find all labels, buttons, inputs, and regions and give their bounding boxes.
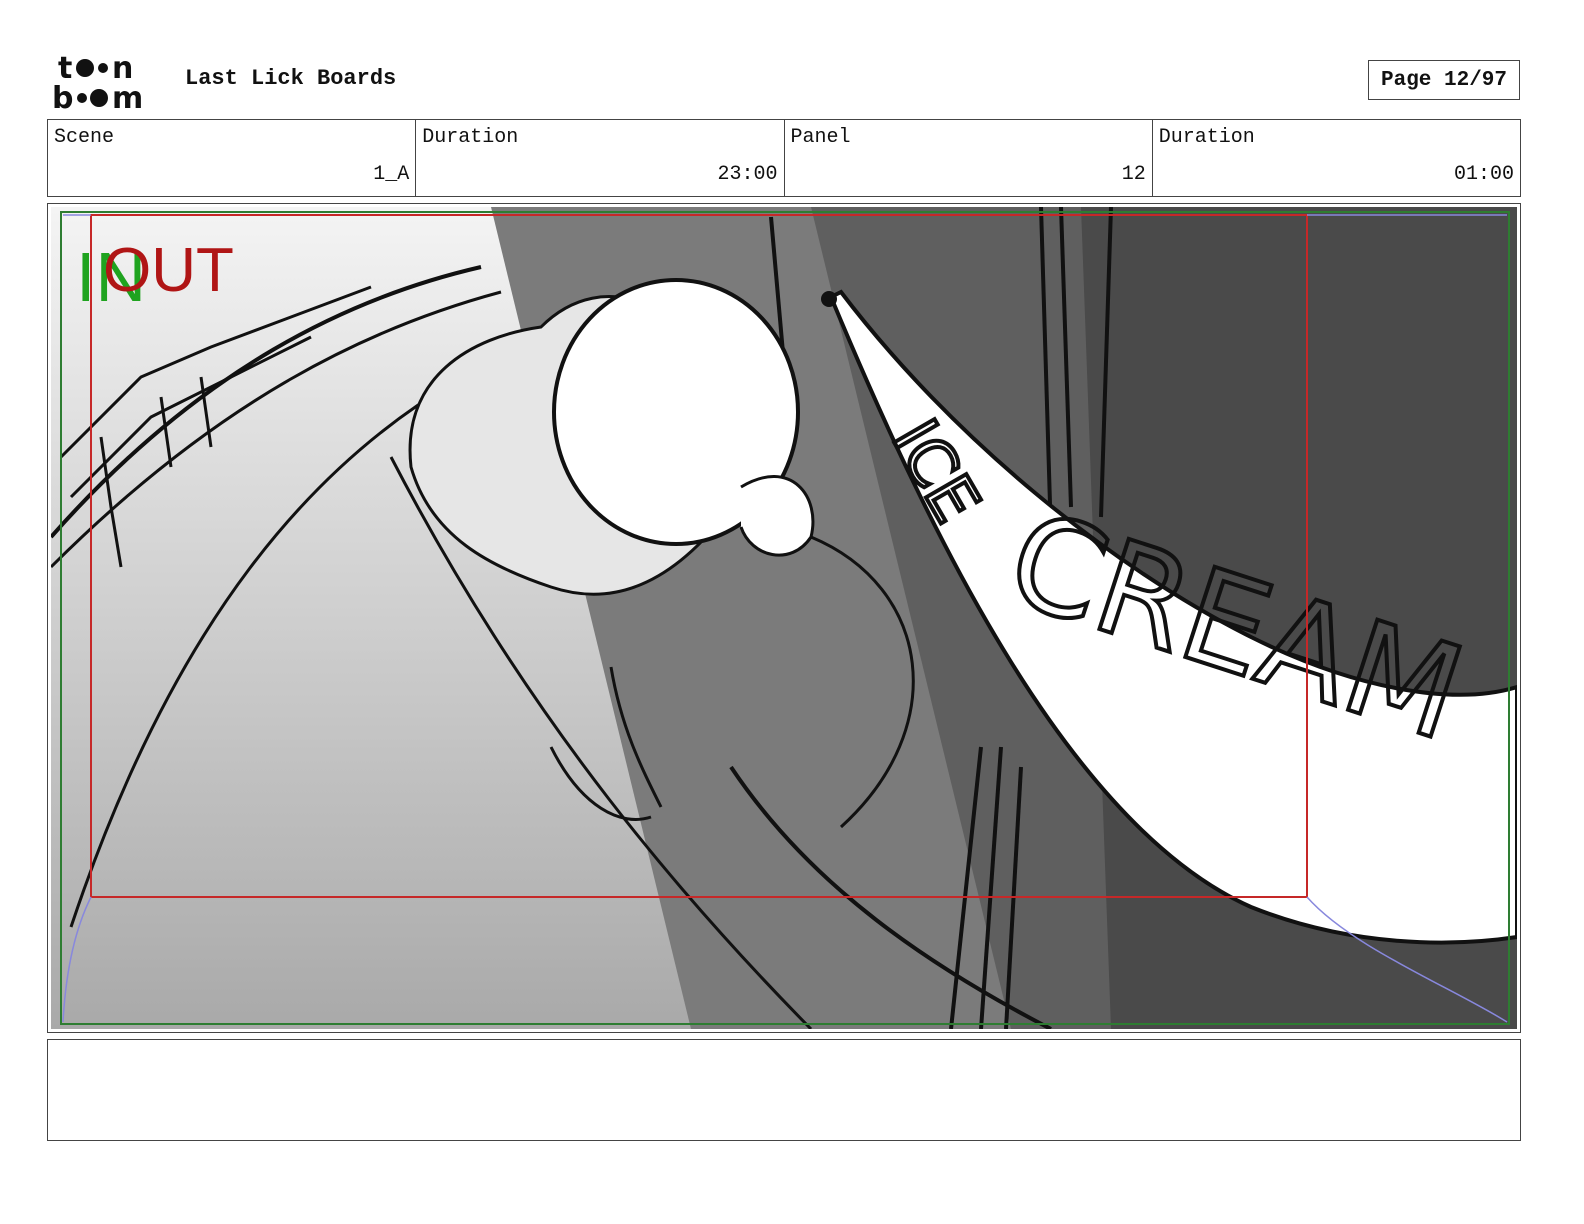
banner-pin bbox=[821, 291, 837, 307]
storyboard-panel: ICE CREAM IN OUT bbox=[47, 203, 1521, 1033]
panel-cell: Panel 12 bbox=[783, 120, 1152, 196]
page-label: Page 12/97 bbox=[1380, 68, 1508, 92]
toon-boom-logo: t n b m bbox=[52, 51, 164, 116]
scene-value: 1_A bbox=[373, 163, 410, 186]
svg-text:m: m bbox=[112, 81, 143, 112]
panel-value: 12 bbox=[1121, 163, 1146, 186]
page-indicator: Page 12/97 bbox=[1368, 60, 1520, 100]
panel-sketch: ICE CREAM IN OUT bbox=[51, 207, 1517, 1029]
panel-notes-box bbox=[47, 1039, 1521, 1141]
panel-duration-cell: Duration 01:00 bbox=[1151, 120, 1520, 196]
project-title: Last Lick Boards bbox=[185, 66, 397, 91]
scene-duration-value: 23:00 bbox=[717, 163, 778, 186]
scene-duration-cell: Duration 23:00 bbox=[415, 120, 783, 196]
scene-duration-label: Duration bbox=[422, 126, 519, 149]
out-marker: OUT bbox=[103, 236, 234, 305]
svg-text:b: b bbox=[52, 81, 73, 112]
panel-label: Panel bbox=[790, 126, 851, 149]
panel-duration-value: 01:00 bbox=[1453, 163, 1514, 186]
panel-duration-label: Duration bbox=[1158, 126, 1255, 149]
scene-cell: Scene 1_A bbox=[48, 120, 415, 196]
panel-info-table: Scene 1_A Duration 23:00 Panel 12 Durati… bbox=[47, 119, 1521, 197]
scene-label: Scene bbox=[54, 126, 115, 149]
